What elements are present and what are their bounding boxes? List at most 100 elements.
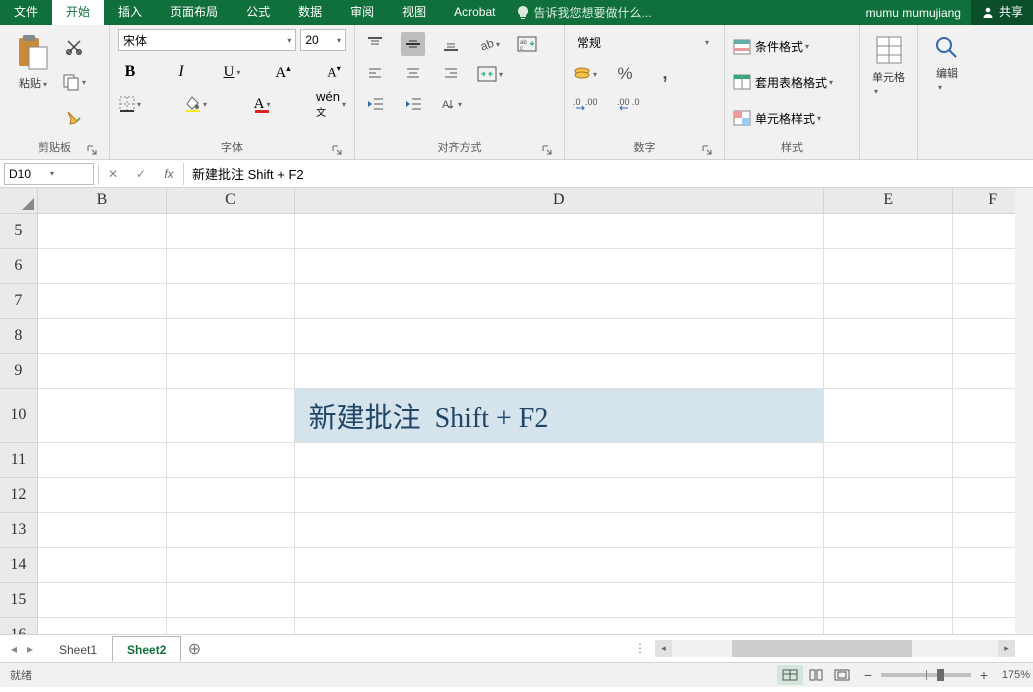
cell-C10[interactable] (167, 389, 294, 443)
cell-C8[interactable] (167, 319, 294, 354)
col-header-B[interactable]: B (38, 188, 167, 214)
cell-D7[interactable] (295, 284, 824, 319)
row-header-13[interactable]: 13 (0, 513, 38, 548)
cell-C5[interactable] (167, 214, 294, 249)
tab-formulas[interactable]: 公式 (232, 0, 284, 25)
vertical-scrollbar[interactable] (1015, 188, 1033, 634)
increase-indent-button[interactable] (401, 92, 425, 116)
zoom-out-button[interactable]: − (859, 667, 877, 683)
cell-D6[interactable] (295, 249, 824, 284)
merge-center-button[interactable]: ▾ (477, 62, 503, 86)
row-header-12[interactable]: 12 (0, 478, 38, 513)
col-header-C[interactable]: C (167, 188, 294, 214)
tab-review[interactable]: 审阅 (336, 0, 388, 25)
row-header-14[interactable]: 14 (0, 548, 38, 583)
orientation-button[interactable]: ab▾ (477, 32, 501, 56)
formula-input[interactable]: 新建批注 Shift + F2 (184, 164, 1033, 183)
cell-E5[interactable] (824, 214, 953, 249)
cell-D14[interactable] (295, 548, 824, 583)
decrease-font-button[interactable]: A▾ (322, 60, 346, 84)
number-format-select[interactable]: 常规▾ (573, 31, 713, 53)
format-painter-button[interactable] (62, 106, 86, 130)
cell-D15[interactable] (295, 583, 824, 618)
tab-home[interactable]: 开始 (52, 0, 104, 25)
zoom-level-label[interactable]: 175% (993, 669, 1033, 681)
cell-B6[interactable] (38, 249, 167, 284)
decrease-decimal-button[interactable]: .00.0 (617, 92, 641, 116)
cell-D10[interactable]: 新建批注 Shift + F2 (295, 389, 824, 443)
align-top-button[interactable] (363, 32, 387, 56)
view-page-layout-button[interactable] (803, 665, 829, 685)
view-page-break-button[interactable] (829, 665, 855, 685)
cell-C16[interactable] (167, 618, 294, 634)
text-direction-button[interactable]: A▾ (439, 92, 463, 116)
cell-C7[interactable] (167, 284, 294, 319)
cell-styles-button[interactable]: 单元格样式▾ (733, 110, 851, 127)
row-header-10[interactable]: 10 (0, 389, 38, 443)
tab-data[interactable]: 数据 (284, 0, 336, 25)
cell-B11[interactable] (38, 443, 167, 478)
cells-format-button[interactable]: 单元格▾ (868, 29, 909, 152)
sheet-tab-sheet2[interactable]: Sheet2 (112, 636, 181, 662)
sheet-nav-prev[interactable]: ◂ (6, 642, 22, 656)
row-header-9[interactable]: 9 (0, 354, 38, 389)
decrease-indent-button[interactable] (363, 92, 387, 116)
font-name-select[interactable]: 宋体▾ (118, 29, 296, 51)
sheet-tab-sheet1[interactable]: Sheet1 (44, 636, 112, 662)
cell-B12[interactable] (38, 478, 167, 513)
cell-B13[interactable] (38, 513, 167, 548)
tab-insert[interactable]: 插入 (104, 0, 156, 25)
row-header-16[interactable]: 16 (0, 618, 38, 634)
cell-B10[interactable] (38, 389, 167, 443)
cell-E10[interactable] (824, 389, 953, 443)
bold-button[interactable]: B (118, 60, 142, 84)
add-sheet-button[interactable]: ⊕ (181, 639, 207, 659)
font-color-button[interactable]: A▾ (250, 89, 274, 119)
number-dialog-launcher[interactable] (700, 143, 714, 157)
percent-button[interactable]: % (613, 62, 637, 86)
cell-E7[interactable] (824, 284, 953, 319)
conditional-formatting-button[interactable]: 条件格式▾ (733, 38, 851, 55)
share-button[interactable]: 共享 (971, 0, 1033, 25)
zoom-slider-thumb[interactable] (937, 669, 944, 681)
hscroll-thumb[interactable] (732, 640, 912, 657)
tab-acrobat[interactable]: Acrobat (440, 0, 509, 25)
tab-view[interactable]: 视图 (388, 0, 440, 25)
increase-decimal-button[interactable]: .0.00 (573, 92, 597, 116)
cell-D11[interactable] (295, 443, 824, 478)
align-center-button[interactable] (401, 62, 425, 86)
align-middle-button[interactable] (401, 32, 425, 56)
cell-B14[interactable] (38, 548, 167, 583)
row-header-5[interactable]: 5 (0, 214, 38, 249)
copy-button[interactable]: ▾ (62, 70, 86, 94)
align-bottom-button[interactable] (439, 32, 463, 56)
align-right-button[interactable] (439, 62, 463, 86)
name-box[interactable]: D10▾ (4, 163, 94, 185)
hscroll-left-button[interactable]: ◂ (655, 640, 672, 657)
cell-D9[interactable] (295, 354, 824, 389)
sheet-nav-next[interactable]: ▸ (22, 642, 38, 656)
find-select-button[interactable]: 编辑▾ (926, 29, 968, 152)
align-left-button[interactable] (363, 62, 387, 86)
cell-C9[interactable] (167, 354, 294, 389)
hscroll-right-button[interactable]: ▸ (998, 640, 1015, 657)
wrap-text-button[interactable]: abc (515, 32, 539, 56)
clipboard-dialog-launcher[interactable] (85, 143, 99, 157)
enter-formula-button[interactable]: ✓ (127, 162, 155, 186)
underline-button[interactable]: U▾ (220, 60, 244, 84)
user-name[interactable]: mumu mumujiang (866, 6, 961, 20)
row-header-7[interactable]: 7 (0, 284, 38, 319)
cell-E9[interactable] (824, 354, 953, 389)
select-all-corner[interactable] (0, 188, 38, 214)
cell-C13[interactable] (167, 513, 294, 548)
format-as-table-button[interactable]: 套用表格格式▾ (733, 74, 851, 91)
comma-button[interactable]: , (653, 62, 677, 86)
borders-button[interactable]: ▾ (118, 89, 142, 119)
cell-D16[interactable] (295, 618, 824, 634)
cell-E12[interactable] (824, 478, 953, 513)
cell-B9[interactable] (38, 354, 167, 389)
col-header-D[interactable]: D (295, 188, 824, 214)
cell-D13[interactable] (295, 513, 824, 548)
cell-E13[interactable] (824, 513, 953, 548)
phonetic-button[interactable]: wén文▾ (316, 89, 346, 119)
